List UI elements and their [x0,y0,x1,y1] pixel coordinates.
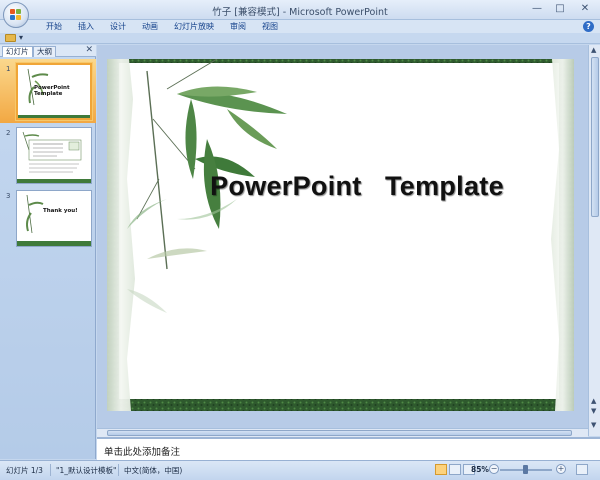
slide-sorter-icon[interactable] [449,464,461,475]
fit-to-window-icon[interactable] [576,464,588,475]
theme-name: "1_默认设计模板" [56,466,117,475]
slide-thumbnail[interactable]: PowerPoint Template [16,63,92,120]
office-button[interactable] [3,2,29,28]
minimize-button[interactable]: — [526,1,548,16]
slide-index: 幻灯片 1/3 [6,466,43,475]
pane-tabs: 幻灯片 大纲 ✕ [0,45,96,57]
next-slide-icon[interactable]: ▼ [591,407,596,415]
tab-insert[interactable]: 插入 [70,20,102,33]
tab-slides[interactable]: 幻灯片 [2,46,33,57]
slide-number: 2 [6,129,11,137]
window-controls: — □ ✕ [526,1,598,16]
slide-title[interactable]: PowerPoint Template [187,171,527,202]
thumbnail-content-graphic [17,128,91,183]
open-folder-icon[interactable] [5,34,16,42]
tab-view[interactable]: 视图 [254,20,286,33]
horizontal-scrollbar[interactable] [97,428,588,437]
customize-toolbar-button[interactable]: ▾ [19,33,23,42]
quick-toolbar: ▾ [0,33,600,44]
tab-outline[interactable]: 大纲 [33,46,56,57]
zoom-level[interactable]: 85% [471,465,489,474]
status-bar: 幻灯片 1/3 "1_默认设计模板" 中文(简体，中国) 85% − + [0,460,600,480]
maximize-button[interactable]: □ [549,1,571,16]
slide-thumbnail[interactable]: Thank you! [16,190,92,247]
office-logo-icon [10,9,22,21]
notes-pane[interactable]: 单击此处添加备注 [97,437,600,460]
tab-slideshow[interactable]: 幻灯片放映 [166,20,222,33]
status-divider [50,464,51,476]
slide-number: 1 [6,65,11,73]
bamboo-background-graphic [107,59,574,411]
zoom-slider-knob[interactable] [523,465,528,474]
slides-pane: 幻灯片 大纲 ✕ 1 PowerPoint Template 2 3 Thank… [0,45,96,459]
ribbon-tabs: 开始 插入 设计 动画 幻灯片放映 审阅 视图 [38,20,286,33]
status-divider [118,464,119,476]
notes-placeholder[interactable]: 单击此处添加备注 [104,444,180,458]
slide-editor: PowerPoint Template ▲ ▲ ▼ ▼ [97,45,600,436]
pane-close-icon[interactable]: ✕ [85,45,93,55]
thumbnail-title: PowerPoint Template [34,85,70,97]
window-title: 竹子 [兼容模式] - Microsoft PowerPoint [212,7,388,18]
ribbon: 开始 插入 设计 动画 幻灯片放映 审阅 视图 ? [0,20,600,33]
title-bar: 竹子 [兼容模式] - Microsoft PowerPoint — □ ✕ [0,0,600,20]
thumbnail-bamboo-graphic [17,191,91,246]
vertical-scrollbar[interactable]: ▲ ▲ ▼ ▼ [588,45,600,436]
help-icon[interactable]: ? [583,21,594,32]
slide-canvas[interactable]: PowerPoint Template [107,59,574,411]
slide-thumbnail[interactable] [16,127,92,184]
thumbnail-title: Thank you! [43,208,78,214]
normal-view-icon[interactable] [435,464,447,475]
scroll-thumb[interactable] [591,57,599,217]
language-indicator[interactable]: 中文(简体，中国) [124,465,182,476]
scroll-up-icon[interactable]: ▲ [591,46,596,54]
zoom-out-button[interactable]: − [489,464,499,474]
zoom-in-button[interactable]: + [556,464,566,474]
slide-number: 3 [6,192,11,200]
scroll-down-icon[interactable]: ▼ [591,421,596,429]
previous-slide-icon[interactable]: ▲ [591,397,596,405]
tab-review[interactable]: 审阅 [222,20,254,33]
close-button[interactable]: ✕ [572,1,598,16]
horizontal-scroll-thumb[interactable] [107,430,572,436]
tab-animations[interactable]: 动画 [134,20,166,33]
tab-home[interactable]: 开始 [38,20,70,33]
tab-design[interactable]: 设计 [102,20,134,33]
